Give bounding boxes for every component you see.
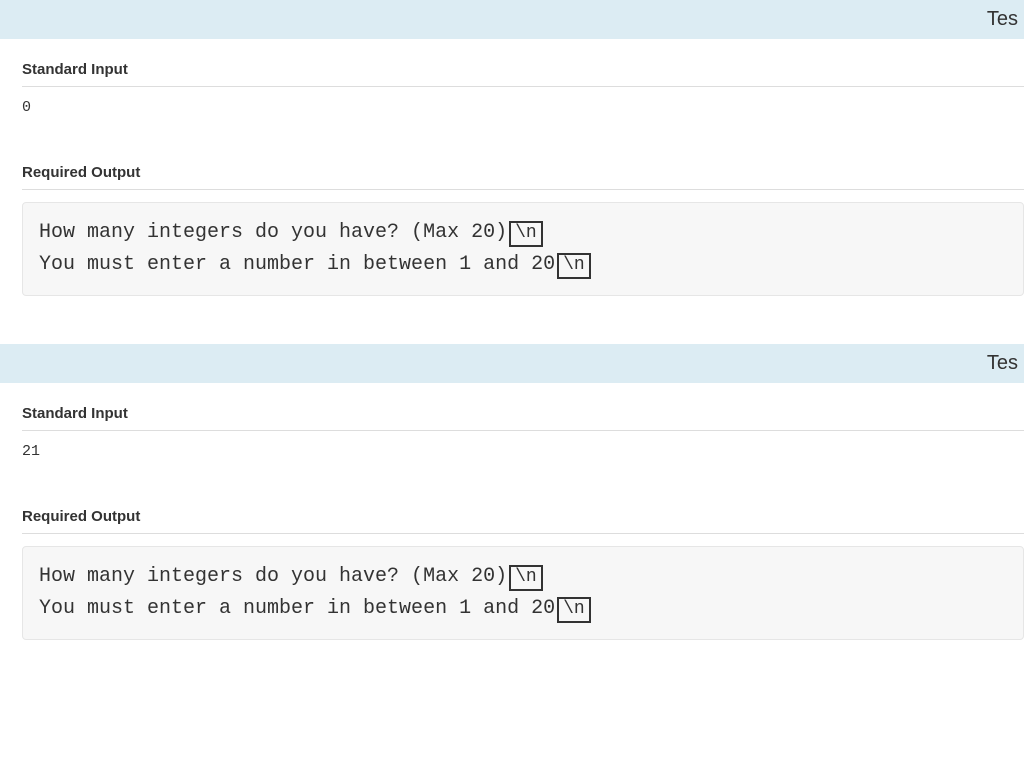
test-header: Tes (0, 0, 1024, 39)
output-line: How many integers do you have? (Max 20)\… (39, 561, 1007, 593)
output-line: You must enter a number in between 1 and… (39, 249, 1007, 281)
required-output-box: How many integers do you have? (Max 20)\… (22, 202, 1024, 296)
test-content: Standard Input 0 Required Output How man… (0, 39, 1024, 326)
newline-marker: \n (557, 597, 591, 623)
required-output-box: How many integers do you have? (Max 20)\… (22, 546, 1024, 640)
output-text: How many integers do you have? (Max 20) (39, 221, 507, 244)
standard-input-value: 21 (22, 443, 1024, 460)
output-text: You must enter a number in between 1 and… (39, 253, 555, 276)
output-text: How many integers do you have? (Max 20) (39, 565, 507, 588)
output-text: You must enter a number in between 1 and… (39, 597, 555, 620)
standard-input-value: 0 (22, 99, 1024, 116)
newline-marker: \n (509, 565, 543, 591)
output-line: You must enter a number in between 1 and… (39, 593, 1007, 625)
standard-input-heading: Standard Input (22, 61, 1024, 87)
standard-input-heading: Standard Input (22, 405, 1024, 431)
test-header: Tes (0, 344, 1024, 383)
spacer (0, 326, 1024, 344)
required-output-heading: Required Output (22, 164, 1024, 190)
test-content: Standard Input 21 Required Output How ma… (0, 383, 1024, 670)
output-line: How many integers do you have? (Max 20)\… (39, 217, 1007, 249)
newline-marker: \n (557, 253, 591, 279)
required-output-heading: Required Output (22, 508, 1024, 534)
newline-marker: \n (509, 221, 543, 247)
